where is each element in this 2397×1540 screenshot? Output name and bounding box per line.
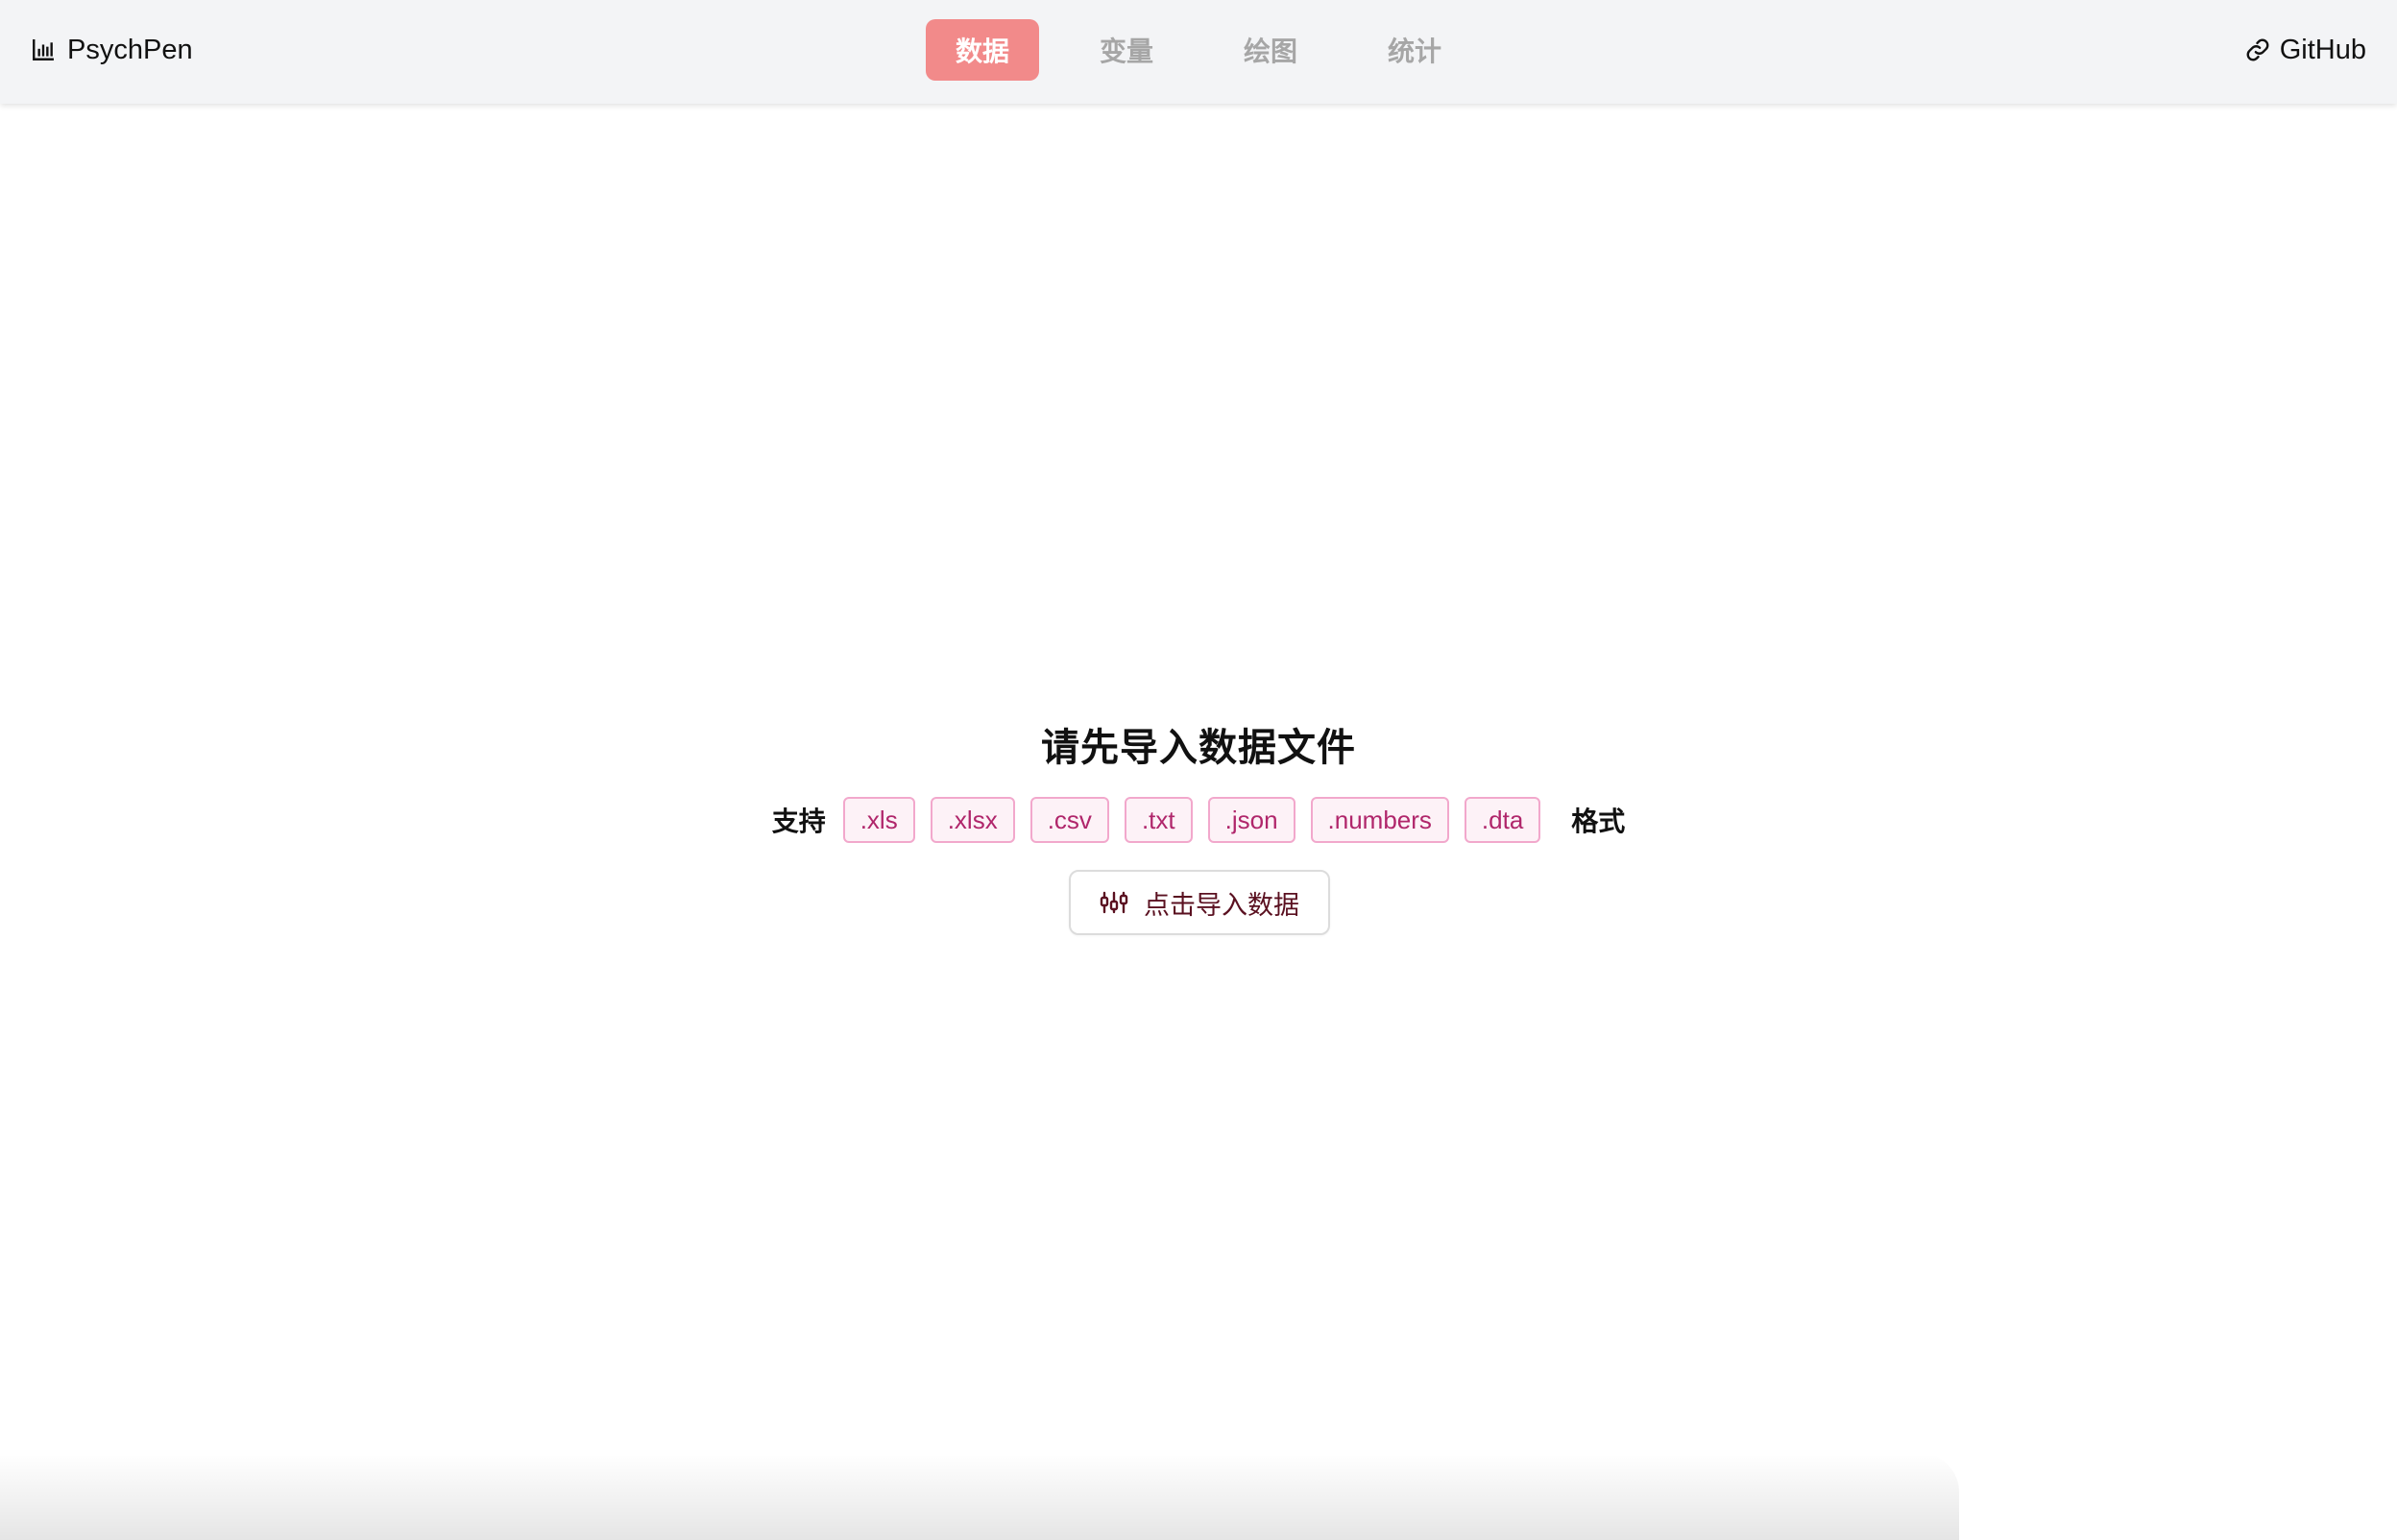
supported-formats: 支持 .xls .xlsx .csv .txt .json .numbers .… [0, 797, 2397, 843]
link-icon [2245, 37, 2270, 62]
import-button-label: 点击导入数据 [1144, 890, 1299, 920]
brand-name: PsychPen [67, 34, 193, 65]
github-link[interactable]: GitHub [2245, 0, 2366, 100]
import-data-button[interactable]: 点击导入数据 [1069, 870, 1330, 935]
main-tabs: 数据 变量 绘图 统计 [926, 19, 1502, 81]
app-window: PsychPen 数据 变量 绘图 统计 GitHub 请先导入数据文件 支持 … [0, 0, 2397, 1540]
format-chip-csv: .csv [1029, 797, 1109, 843]
format-chip-xls: .xls [842, 797, 915, 843]
top-navbar: PsychPen 数据 变量 绘图 统计 GitHub [0, 0, 2397, 104]
tab-statistics[interactable]: 统计 [1358, 19, 1471, 81]
tab-plot[interactable]: 绘图 [1214, 19, 1327, 81]
formats-tail-text: 格式 [1571, 806, 1626, 836]
bottom-edge-shadow [0, 1454, 1959, 1540]
tab-variables[interactable]: 变量 [1070, 19, 1183, 81]
tab-data[interactable]: 数据 [926, 19, 1039, 81]
bar-chart-icon [31, 37, 56, 62]
format-chip-xlsx: .xlsx [930, 797, 1015, 843]
page-title: 请先导入数据文件 [1041, 727, 1356, 769]
format-chip-json: .json [1207, 797, 1295, 843]
formats-lead-text: 支持 [771, 806, 826, 836]
format-chip-numbers: .numbers [1310, 797, 1449, 843]
github-label: GitHub [2279, 34, 2366, 65]
sliders-icon [1100, 890, 1128, 915]
main-content: 请先导入数据文件 支持 .xls .xlsx .csv .txt .json .… [0, 104, 2397, 1540]
format-chip-txt: .txt [1124, 797, 1193, 843]
brand[interactable]: PsychPen [31, 0, 193, 100]
format-chip-dta: .dta [1464, 797, 1541, 843]
